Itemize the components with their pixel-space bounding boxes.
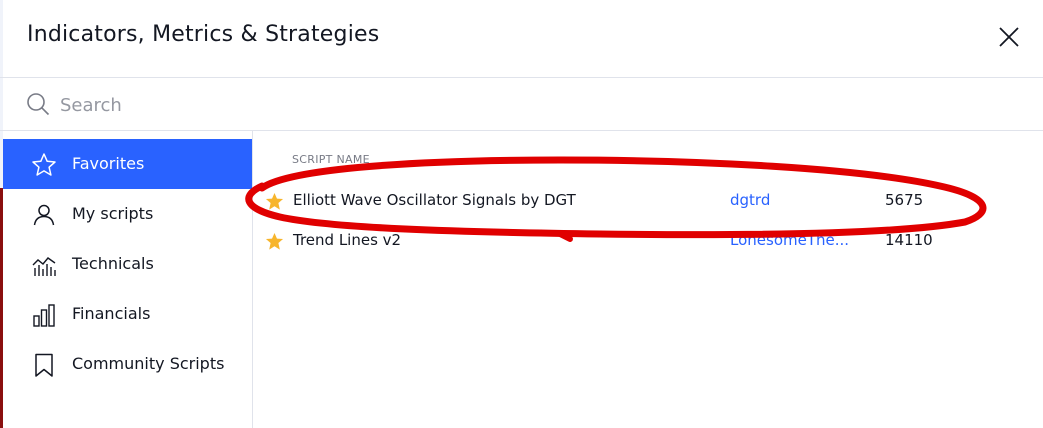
- list-item[interactable]: Trend Lines v2 LonesomeThe... 14110: [254, 221, 1043, 261]
- script-likes-count: 14110: [885, 231, 933, 249]
- sidebar-item-label: Financials: [72, 304, 151, 323]
- sidebar-item-label: Favorites: [72, 154, 145, 173]
- script-name: Elliott Wave Oscillator Signals by DGT: [293, 191, 576, 209]
- star-outline-icon: [32, 153, 56, 176]
- sidebar-item-community-scripts[interactable]: Community Scripts: [3, 339, 252, 389]
- favorite-star-icon[interactable]: [265, 232, 284, 251]
- script-author-link[interactable]: LonesomeThe...: [730, 231, 854, 249]
- scripts-list: SCRIPT NAME Elliott Wave Oscillator Sign…: [254, 131, 1043, 428]
- technicals-chart-icon: [32, 257, 56, 276]
- close-icon: [999, 27, 1019, 47]
- sidebar-item-label: My scripts: [72, 204, 154, 223]
- sidebar-item-label: Community Scripts: [72, 354, 225, 373]
- script-likes-count: 5675: [885, 191, 924, 209]
- dialog-title: Indicators, Metrics & Strategies: [27, 22, 380, 47]
- sidebar-item-financials[interactable]: Financials: [3, 289, 252, 339]
- indicators-dialog: Indicators, Metrics & Strategies Favorit…: [0, 0, 1043, 428]
- category-sidebar: Favorites My scripts Technicals Financia…: [0, 131, 253, 428]
- script-author-link[interactable]: dgtrd: [730, 191, 854, 209]
- favorite-star-icon[interactable]: [265, 192, 284, 211]
- dialog-header: Indicators, Metrics & Strategies: [0, 0, 1043, 78]
- sidebar-item-favorites[interactable]: Favorites: [3, 139, 252, 189]
- sidebar-item-label: Technicals: [72, 254, 154, 273]
- bar-chart-icon: [33, 304, 55, 327]
- list-item[interactable]: Elliott Wave Oscillator Signals by DGT d…: [254, 181, 1043, 221]
- search-icon: [27, 93, 50, 116]
- close-button[interactable]: [994, 22, 1024, 52]
- column-header-script-name: SCRIPT NAME: [292, 153, 370, 166]
- script-name: Trend Lines v2: [293, 231, 402, 249]
- search-input[interactable]: [60, 91, 960, 119]
- user-icon: [33, 204, 55, 226]
- bookmark-icon: [35, 353, 53, 377]
- search-bar: [0, 79, 1043, 131]
- sidebar-item-technicals[interactable]: Technicals: [3, 239, 252, 289]
- sidebar-item-my-scripts[interactable]: My scripts: [3, 189, 252, 239]
